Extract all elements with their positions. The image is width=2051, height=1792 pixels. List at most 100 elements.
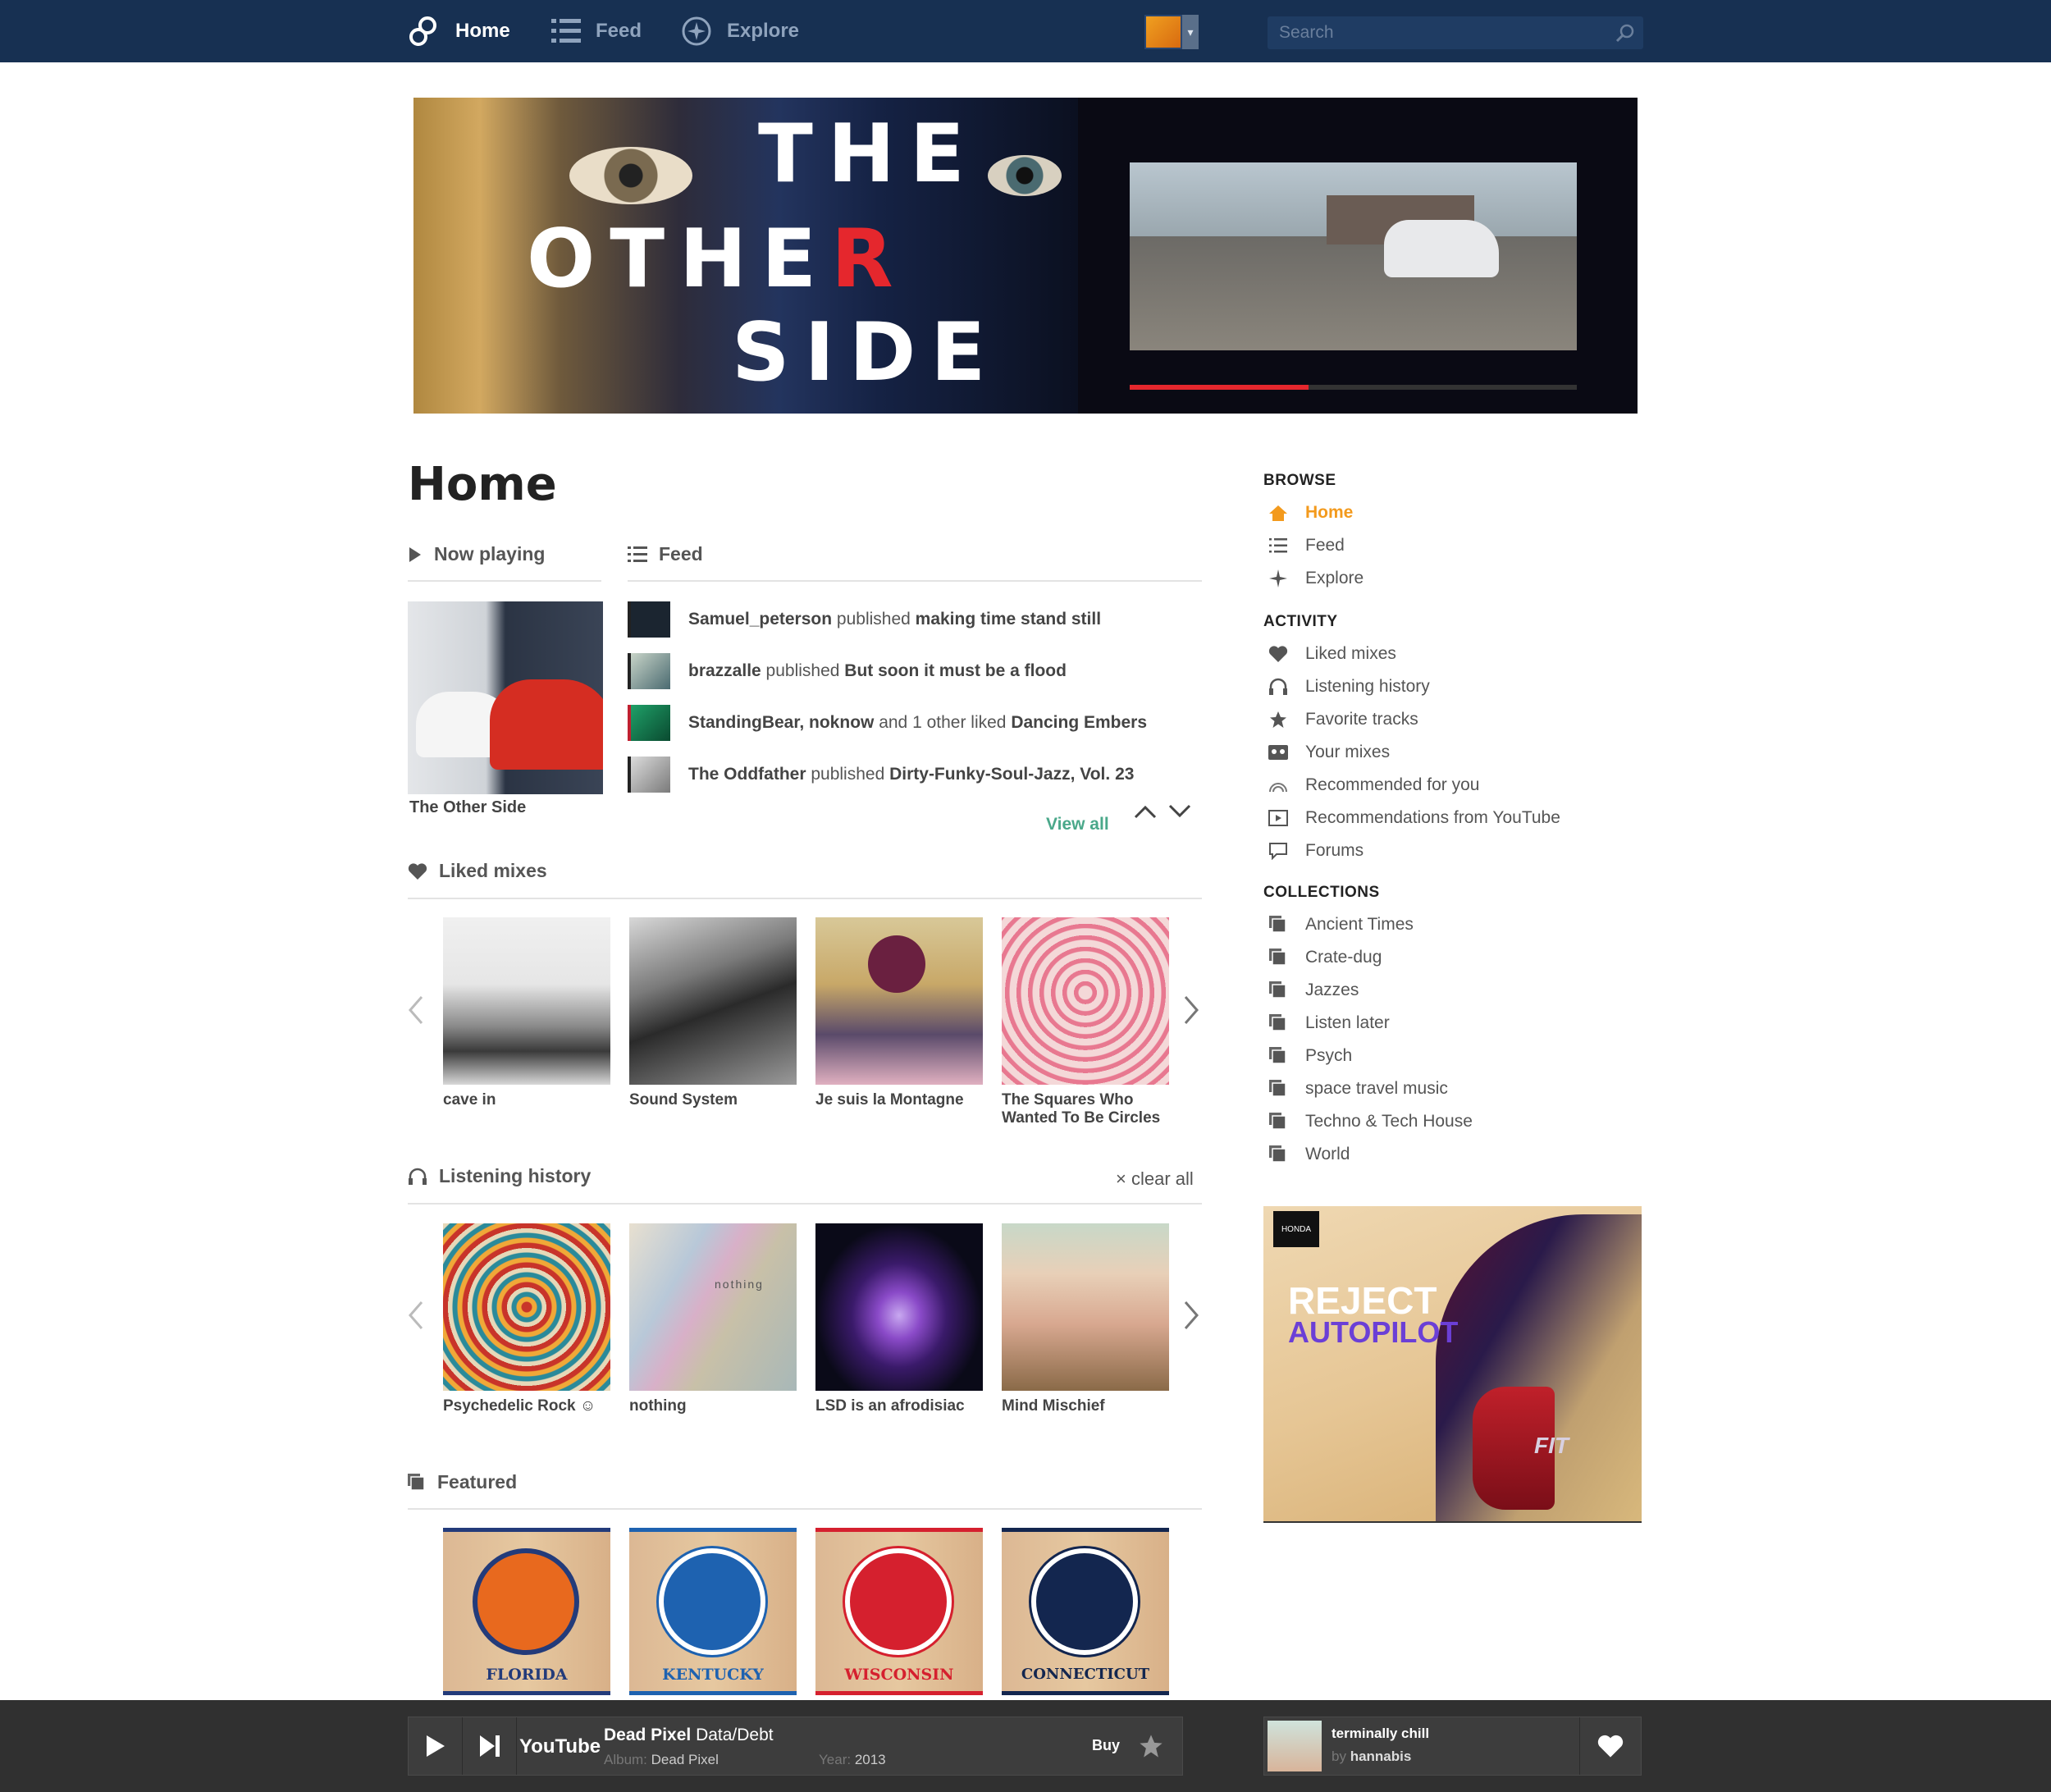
- sidebar-item-explore[interactable]: Explore: [1268, 566, 1364, 591]
- sidebar-item-collection[interactable]: Ancient Times: [1268, 912, 1414, 937]
- chevron-up-icon[interactable]: [1134, 804, 1157, 819]
- advertisement[interactable]: HONDA REJECT AUTOPILOT FIT: [1263, 1206, 1642, 1523]
- feed-item-actor[interactable]: brazzalle: [688, 661, 761, 680]
- sidebar-item-collection[interactable]: Jazzes: [1268, 978, 1359, 1003]
- feed-item[interactable]: StandingBear, noknow and 1 other liked D…: [628, 705, 1147, 741]
- sidebar-item-listening-history[interactable]: Listening history: [1268, 674, 1430, 699]
- feed-item[interactable]: Samuel_peterson published making time st…: [628, 601, 1101, 638]
- avatar[interactable]: [1144, 15, 1182, 49]
- mix-cover[interactable]: [443, 1223, 610, 1391]
- sidebar-item-collection[interactable]: Crate-dug: [1268, 945, 1382, 970]
- buy-button[interactable]: Buy: [1092, 1737, 1120, 1754]
- nav-feed[interactable]: Feed: [551, 0, 642, 62]
- feed-item-thumbnail[interactable]: [628, 705, 670, 741]
- skip-button[interactable]: [463, 1717, 517, 1775]
- mix-cover[interactable]: [815, 1223, 983, 1391]
- mix-title[interactable]: LSD is an afrodisiac: [815, 1397, 983, 1415]
- sidebar-item-your-mixes[interactable]: Your mixes: [1268, 740, 1390, 765]
- banner-title-part: OTHE: [527, 213, 832, 306]
- feed-item[interactable]: brazzalle published But soon it must be …: [628, 653, 1067, 689]
- mix-tile[interactable]: Sound System: [629, 917, 797, 1109]
- mix-cover[interactable]: KENTUCKY: [629, 1528, 797, 1695]
- chevron-right-icon[interactable]: [1183, 995, 1199, 1025]
- chevron-right-icon[interactable]: [1183, 1301, 1199, 1330]
- mix-tile[interactable]: The Squares Who Wanted To Be Circles: [1002, 917, 1169, 1127]
- search-input[interactable]: [1268, 16, 1643, 49]
- mix-tile[interactable]: Psychedelic Rock ☺: [443, 1223, 610, 1415]
- mix-thumbnail[interactable]: [1268, 1721, 1322, 1771]
- chevron-down-icon[interactable]: [1168, 804, 1191, 819]
- now-playing-title[interactable]: The Other Side: [409, 798, 526, 817]
- chevron-down-icon[interactable]: ▾: [1182, 15, 1199, 49]
- feed-item-actor[interactable]: StandingBear, noknow: [688, 713, 874, 732]
- now-playing-cover[interactable]: [408, 601, 603, 794]
- mix-tile[interactable]: LSD is an afrodisiac: [815, 1223, 983, 1415]
- clear-all-button[interactable]: × clear all: [1116, 1168, 1194, 1190]
- mix-cover[interactable]: WISCONSIN: [815, 1528, 983, 1695]
- chevron-left-icon[interactable]: [408, 995, 424, 1025]
- featured-mix-tile[interactable]: CONNECTICUT: [1002, 1528, 1169, 1695]
- sidebar-item-favorite-tracks[interactable]: Favorite tracks: [1268, 707, 1418, 732]
- like-mix-button[interactable]: [1579, 1717, 1641, 1775]
- sidebar-item-recommended[interactable]: Recommended for you: [1268, 773, 1479, 798]
- featured-mix-tile[interactable]: KENTUCKY: [629, 1528, 797, 1695]
- mix-tile[interactable]: Mind Mischief: [1002, 1223, 1169, 1415]
- sidebar-item-home[interactable]: Home: [1268, 501, 1353, 525]
- feed-item-object[interactable]: making time stand still: [916, 610, 1101, 629]
- play-button[interactable]: [409, 1717, 463, 1775]
- mix-title[interactable]: Je suis la Montagne: [815, 1091, 983, 1109]
- feed-item-object[interactable]: Dirty-Funky-Soul-Jazz, Vol. 23: [889, 765, 1134, 784]
- feed-item[interactable]: The Oddfather published Dirty-Funky-Soul…: [628, 757, 1134, 793]
- feed-item-thumbnail[interactable]: [628, 757, 670, 793]
- hero-banner[interactable]: THE OTHER SIDE: [413, 98, 1638, 414]
- youtube-logo[interactable]: YouTube: [519, 1735, 601, 1758]
- nav-home[interactable]: Home: [408, 0, 510, 62]
- nav-explore[interactable]: Explore: [681, 0, 799, 62]
- current-mix[interactable]: terminally chill by hannabis: [1263, 1717, 1642, 1776]
- sidebar-item-collection[interactable]: Psych: [1268, 1044, 1352, 1068]
- feed-item-thumbnail[interactable]: [628, 601, 670, 638]
- user-menu[interactable]: ▾: [1144, 15, 1202, 49]
- sidebar-item-youtube-recommendations[interactable]: Recommendations from YouTube: [1268, 806, 1560, 830]
- sidebar-item-collection[interactable]: Techno & Tech House: [1268, 1109, 1473, 1134]
- view-all-link[interactable]: View all: [1046, 815, 1109, 834]
- mix-title[interactable]: Psychedelic Rock ☺: [443, 1397, 610, 1415]
- mix-title[interactable]: Mind Mischief: [1002, 1397, 1169, 1415]
- feed-item-actor[interactable]: Samuel_peterson: [688, 610, 832, 629]
- sidebar-item-label: Psych: [1305, 1046, 1353, 1065]
- sidebar-item-collection[interactable]: Listen later: [1268, 1011, 1390, 1035]
- feed-item-object[interactable]: Dancing Embers: [1011, 713, 1147, 732]
- mix-cover[interactable]: [443, 917, 610, 1085]
- sidebar-item-feed[interactable]: Feed: [1268, 533, 1345, 558]
- youtube-video-player[interactable]: [1130, 162, 1577, 350]
- mix-cover[interactable]: CONNECTICUT: [1002, 1528, 1169, 1695]
- mix-cover[interactable]: FLORIDA: [443, 1528, 610, 1695]
- mix-cover[interactable]: [629, 917, 797, 1085]
- sidebar-item-collection[interactable]: space travel music: [1268, 1077, 1448, 1101]
- feed-item-actor[interactable]: The Oddfather: [688, 765, 806, 784]
- mix-tile[interactable]: Je suis la Montagne: [815, 917, 983, 1109]
- sidebar-item-forums[interactable]: Forums: [1268, 839, 1364, 863]
- feed-item-thumbnail[interactable]: [628, 653, 670, 689]
- mix-author[interactable]: hannabis: [1350, 1749, 1412, 1764]
- star-icon[interactable]: [1139, 1734, 1163, 1758]
- mix-title[interactable]: Sound System: [629, 1091, 797, 1109]
- mix-cover[interactable]: [1002, 917, 1169, 1085]
- mix-tile[interactable]: nothing nothing: [629, 1223, 797, 1415]
- video-progress-bar[interactable]: [1130, 385, 1577, 390]
- mix-title[interactable]: cave in: [443, 1091, 610, 1109]
- feed-item-object[interactable]: But soon it must be a flood: [844, 661, 1067, 680]
- sidebar-item-collection[interactable]: World: [1268, 1142, 1350, 1167]
- mix-cover[interactable]: nothing: [629, 1223, 797, 1391]
- chevron-left-icon[interactable]: [408, 1301, 424, 1330]
- mix-title[interactable]: nothing: [629, 1397, 797, 1415]
- featured-mix-tile[interactable]: FLORIDA: [443, 1528, 610, 1695]
- mix-cover[interactable]: [815, 917, 983, 1085]
- mix-cover[interactable]: [1002, 1223, 1169, 1391]
- search-icon[interactable]: [1615, 23, 1635, 43]
- featured-mix-tile[interactable]: WISCONSIN: [815, 1528, 983, 1695]
- mix-tile[interactable]: cave in: [443, 917, 610, 1109]
- sidebar-item-liked-mixes[interactable]: Liked mixes: [1268, 642, 1396, 666]
- mix-title[interactable]: The Squares Who Wanted To Be Circles: [1002, 1091, 1169, 1127]
- mix-title[interactable]: terminally chill: [1332, 1726, 1429, 1742]
